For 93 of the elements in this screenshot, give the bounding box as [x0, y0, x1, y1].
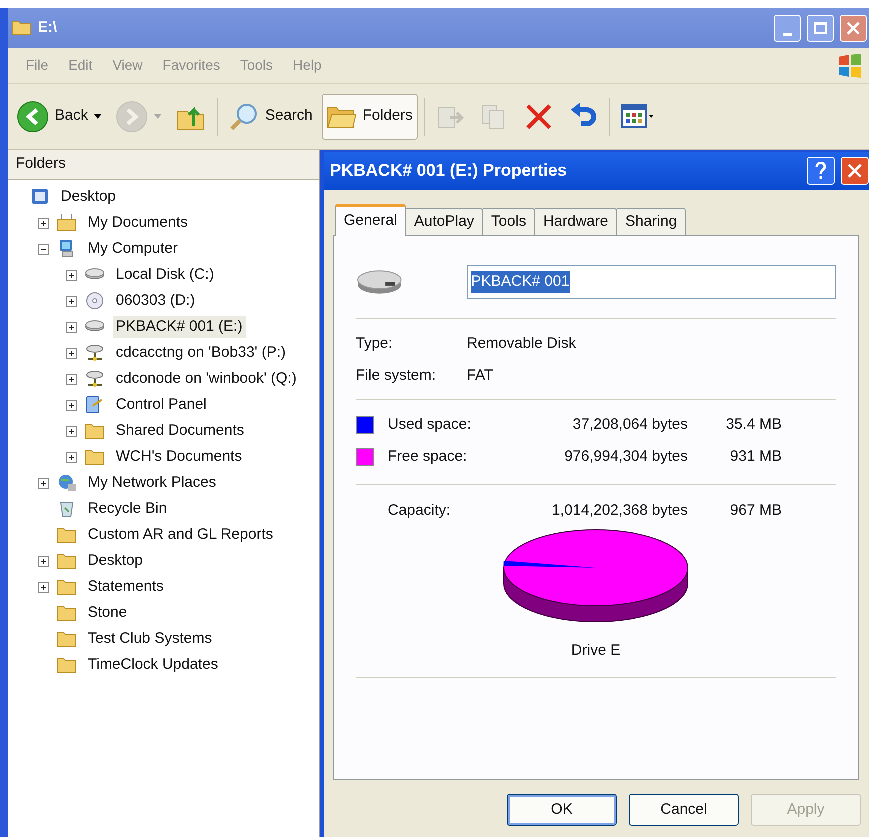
window-title: E:\ [38, 18, 58, 38]
expand-icon[interactable] [66, 296, 77, 306]
search-button[interactable]: Search [224, 94, 318, 140]
caret-icon [154, 114, 162, 119]
collapse-icon[interactable] [38, 244, 49, 254]
capacity-label: Capacity: [388, 501, 452, 522]
tree-item[interactable]: cdconode on 'winbook' (Q:) [113, 368, 300, 390]
network-drive-icon [85, 344, 105, 362]
info-label: Type: [356, 334, 394, 354]
space-label: Used space: [388, 414, 472, 435]
tree-item[interactable]: Shared Documents [113, 420, 248, 442]
info-label: File system: [356, 366, 438, 386]
desktop-icon [30, 188, 50, 206]
folder-icon [57, 604, 77, 622]
maximize-button[interactable] [807, 14, 834, 42]
folder-icon [57, 630, 77, 648]
expand-icon[interactable] [66, 426, 77, 436]
folder-icon [57, 526, 77, 544]
tree-item[interactable]: Local Disk (C:) [113, 264, 218, 286]
tree-item[interactable]: Desktop [85, 550, 146, 572]
back-button[interactable]: Back [12, 94, 108, 140]
tree-item[interactable]: WCH's Documents [113, 446, 246, 468]
tree-item[interactable]: Test Club Systems [85, 628, 216, 650]
tab[interactable]: Tools [482, 208, 536, 235]
folder-icon [57, 552, 77, 570]
space-size: 931 MB [729, 446, 782, 467]
folder-icon [57, 656, 77, 674]
folder-icon [12, 20, 32, 36]
info-value: FAT [467, 366, 494, 386]
dialog-title: PKBACK# 001 (E:) Properties [330, 160, 568, 182]
help-button[interactable] [807, 157, 835, 185]
tree-item[interactable]: My Network Places [85, 472, 220, 494]
close-icon [847, 22, 860, 34]
tab[interactable]: General [335, 204, 406, 236]
tab[interactable]: Hardware [534, 208, 618, 235]
search-icon [229, 102, 260, 132]
space-size: 35.4 MB [725, 414, 782, 435]
space-bytes: 976,994,304 bytes [564, 446, 688, 467]
tree-item[interactable]: Recycle Bin [85, 498, 170, 520]
folders-button[interactable]: Folders [322, 94, 418, 140]
expand-icon[interactable] [66, 374, 77, 384]
tab[interactable]: Sharing [616, 208, 686, 235]
dialog-button[interactable]: OK [507, 794, 617, 826]
question-mark-icon [815, 162, 827, 180]
minimize-button[interactable] [774, 14, 801, 42]
folder-icon [85, 422, 105, 440]
folder-icon [85, 448, 105, 466]
tree-item[interactable]: 060303 (D:) [113, 290, 198, 312]
space-bytes: 37,208,064 bytes [572, 414, 688, 435]
tree-item[interactable]: Statements [85, 576, 167, 598]
control-panel-icon [85, 396, 105, 414]
tree-item[interactable]: Control Panel [113, 394, 210, 416]
close-button[interactable] [840, 14, 867, 42]
windows-logo-icon [837, 54, 863, 78]
delete-icon [524, 102, 554, 132]
expand-icon[interactable] [38, 582, 49, 592]
expand-icon[interactable] [38, 478, 49, 488]
tab[interactable]: AutoPlay [405, 208, 484, 235]
tree-item[interactable]: Stone [85, 602, 130, 624]
close-button[interactable] [841, 157, 869, 185]
tree-item[interactable]: TimeClock Updates [85, 654, 222, 676]
documents-folder-icon [57, 214, 77, 232]
minimize-icon [783, 32, 792, 36]
info-value: Removable Disk [467, 334, 576, 354]
capacity-bytes: 1,014,202,368 bytes [551, 501, 688, 522]
name-field[interactable]: PKBACK# 001 [467, 265, 836, 299]
expand-icon[interactable] [66, 322, 77, 332]
capacity-size: 967 MB [729, 501, 782, 522]
network-places-icon [57, 474, 77, 492]
caret-icon [94, 114, 102, 119]
maximize-icon [814, 22, 827, 34]
chart-caption: Drive E [571, 641, 621, 661]
expand-icon[interactable] [38, 218, 49, 228]
dialog-button[interactable]: Cancel [629, 794, 739, 826]
close-icon [848, 164, 862, 178]
expand-icon[interactable] [66, 452, 77, 462]
tree-item[interactable]: Custom AR and GL Reports [85, 524, 276, 546]
expand-icon[interactable] [66, 400, 77, 410]
expand-icon[interactable] [38, 556, 49, 566]
tree-item[interactable]: My Computer [85, 238, 182, 260]
expand-icon[interactable] [66, 270, 77, 280]
tree-item[interactable]: PKBACK# 001 (E:) [113, 316, 246, 338]
drive-icon [356, 268, 404, 296]
views-icon [620, 102, 655, 130]
folder-icon [57, 578, 77, 596]
tree-item[interactable]: My Documents [85, 212, 192, 234]
tree-item[interactable]: cdcacctng on 'Bob33' (P:) [113, 342, 289, 364]
expand-icon[interactable] [66, 348, 77, 358]
space-label: Free space: [388, 446, 468, 467]
cd-icon [85, 292, 105, 310]
pane-title: Folders [16, 154, 66, 174]
network-drive-icon [85, 370, 105, 388]
tree-item[interactable]: Desktop [58, 186, 120, 208]
